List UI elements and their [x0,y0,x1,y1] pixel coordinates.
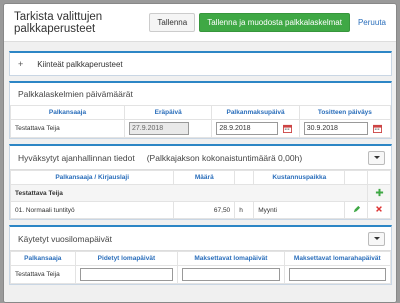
group-row: Testattava Teija [9,184,391,202]
voucher-date-input[interactable]: 30.9.2018 [303,122,368,135]
dates-table: Palkansaaja Eräpäivä Palkanmaksupäivä To… [10,105,392,138]
held-days-input[interactable] [79,268,174,281]
save-button[interactable]: Tallenna [149,13,196,32]
hours-panel: Hyväksytyt ajanhallinnan tiedot (Palkkaj… [9,144,392,220]
table-row: 01. Normaali tuntityö 67,50 h Myynti [9,201,391,219]
review-pay-basis-modal: Tarkista valittujen palkkaperusteet Tall… [3,3,397,303]
chevron-down-icon [373,156,380,159]
vacation-menu-button[interactable] [368,231,385,246]
delete-icon[interactable] [375,205,383,213]
hour-amount: 67,50 [173,201,236,219]
hour-unit: h [234,201,255,219]
col-cost-center: Kustannuspaikka [253,170,346,185]
group-name: Testattava Teija [9,184,369,202]
hour-cost-center: Myynti [253,201,346,219]
recipient-name: Testattava Teija [10,265,76,284]
hours-table: Palkansaaja / Kirjauslaji Määrä Kustannu… [9,170,391,219]
calendar-icon[interactable] [283,124,293,133]
table-row: Testattava Teija 27.9.2018 28.9.2018 30.… [10,119,392,138]
hours-panel-header: Hyväksytyt ajanhallinnan tiedot (Palkkaj… [10,146,391,170]
dates-panel: Palkkalaskelmien päivämäärät Palkansaaja… [9,81,392,139]
payable-days-input[interactable] [182,268,280,281]
fixed-pay-panel: + Kiinteät palkkaperusteet [9,51,392,76]
col-due-date: Eräpäivä [123,105,213,120]
add-icon[interactable] [375,188,384,197]
vacation-table: Palkansaaja Pidetyt lomapäivät Maksettav… [10,251,392,284]
hours-menu-button[interactable] [368,150,385,165]
fixed-pay-panel-toggle[interactable]: + Kiinteät palkkaperusteet [10,53,391,75]
modal-header: Tarkista valittujen palkkaperusteet Tall… [4,4,396,42]
col-amount: Määrä [173,170,236,185]
vacation-panel-title: Käytetyt vuosilomapäivät [18,233,113,244]
table-row: Testattava Teija [10,265,392,284]
fixed-pay-panel-title: Kiinteät palkkaperusteet [37,59,123,69]
col-recipient: Palkansaaja [10,251,76,266]
due-date-input: 27.9.2018 [129,122,189,135]
col-pay-date: Palkanmaksupäivä [211,105,300,120]
col-held-days: Pidetyt lomapäivät [74,251,179,266]
expand-icon[interactable]: + [18,59,23,69]
col-voucher-date: Tositteen päiväys [298,105,392,120]
holiday-bonus-days-input[interactable] [288,268,386,281]
modal-body: + Kiinteät palkkaperusteet Palkkalaskelm… [4,42,396,302]
recipient-name: Testattava Teija [10,119,125,138]
vacation-panel-header: Käytetyt vuosilomapäivät [10,227,391,251]
save-and-create-button[interactable]: Tallenna ja muodosta palkkalaskelmat [199,13,350,32]
vacation-panel: Käytetyt vuosilomapäivät Palkansaaja Pid… [9,225,392,285]
chevron-down-icon [373,237,380,240]
modal-title: Tarkista valittujen palkkaperusteet [14,10,103,35]
hour-type: 01. Normaali tuntityö [9,201,175,219]
cancel-link[interactable]: Peruuta [358,18,386,27]
hours-panel-title: Hyväksytyt ajanhallinnan tiedot [18,152,135,163]
hours-total: (Palkkajakson kokonaistuntimäärä 0,00h) [146,152,303,163]
pay-date-input[interactable]: 28.9.2018 [216,122,279,135]
col-recipient: Palkansaaja [10,105,125,120]
dates-panel-title: Palkkalaskelmien päivämäärät [18,89,133,99]
col-payable-days: Maksettavat lomapäivät [177,251,285,266]
col-type: Palkansaaja / Kirjauslaji [9,170,175,185]
col-holiday-bonus-days: Maksettavat lomarahapäivät [283,251,392,266]
calendar-icon[interactable] [372,124,382,133]
edit-icon[interactable] [352,205,361,214]
